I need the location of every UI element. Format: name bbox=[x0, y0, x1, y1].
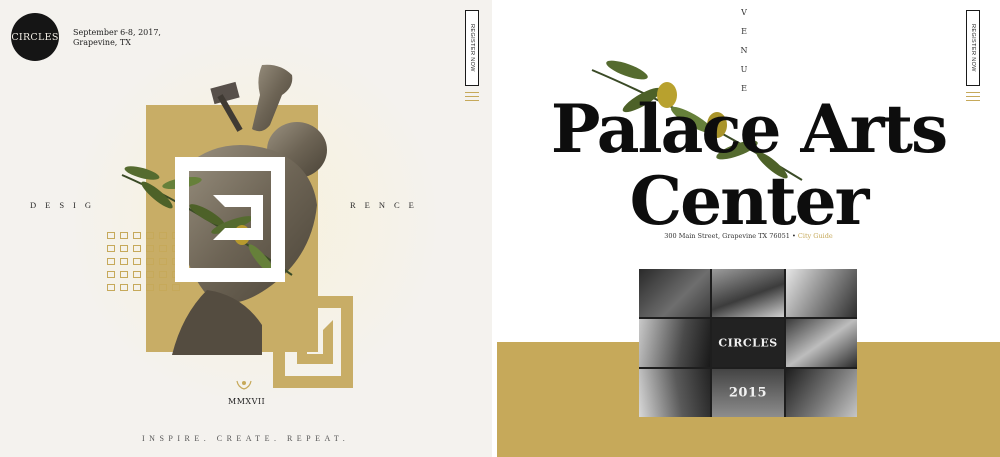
collage-photo bbox=[639, 369, 711, 417]
venue-address: 300 Main Street, Grapevine TX 76051 • Ci… bbox=[497, 232, 1000, 240]
photo-collage[interactable]: CIRCLES 2015 bbox=[639, 269, 857, 417]
collage-sign-text: CIRCLES bbox=[718, 336, 778, 350]
menu-icon[interactable] bbox=[465, 92, 479, 101]
collage-photo bbox=[639, 269, 711, 317]
keyword-left: DESIG bbox=[30, 200, 101, 210]
collage-photo bbox=[785, 369, 857, 417]
meander-inner-gold bbox=[297, 320, 333, 364]
collage-photo: 2015 bbox=[712, 369, 784, 417]
keyword-right: RENCE bbox=[350, 200, 423, 210]
venue-letter: V bbox=[741, 8, 747, 17]
register-now-button[interactable]: REGISTER NOW bbox=[465, 10, 479, 86]
hero-panel: CIRCLES September 6-8, 2017, Grapevine, … bbox=[0, 0, 492, 457]
venue-title-line1: Palace Arts bbox=[550, 90, 948, 168]
venue-letter: E bbox=[741, 27, 747, 36]
event-location: Grapevine, TX bbox=[73, 38, 131, 47]
register-label: REGISTER NOW bbox=[469, 24, 475, 72]
venue-title-line2: Center bbox=[629, 162, 870, 240]
collage-photo: CIRCLES bbox=[712, 319, 784, 367]
collage-badge-text: 2015 bbox=[728, 385, 768, 401]
circles-logo[interactable]: CIRCLES bbox=[11, 13, 59, 61]
collage-photo bbox=[712, 269, 784, 317]
register-now-button[interactable]: REGISTER NOW bbox=[966, 10, 980, 86]
logo-text: CIRCLES bbox=[11, 31, 59, 43]
collage-photo bbox=[785, 319, 857, 367]
meander-inner-white bbox=[213, 195, 263, 240]
venue-panel: VENUE REGISTER NOW Palace Arts Center 30… bbox=[497, 0, 1000, 457]
laurel-icon bbox=[236, 380, 252, 390]
event-info: September 6-8, 2017, Grapevine, TX bbox=[73, 28, 161, 48]
address-text: 300 Main Street, Grapevine TX 76051 • bbox=[664, 232, 796, 240]
tagline: INSPIRE. CREATE. REPEAT. bbox=[142, 434, 350, 443]
collage-photo bbox=[785, 269, 857, 317]
event-date: September 6-8, 2017, bbox=[73, 28, 161, 37]
city-guide-link[interactable]: City Guide bbox=[798, 232, 833, 240]
year-label: MMXVII bbox=[228, 397, 266, 406]
collage-photo bbox=[639, 319, 711, 367]
register-label: REGISTER NOW bbox=[970, 24, 976, 72]
